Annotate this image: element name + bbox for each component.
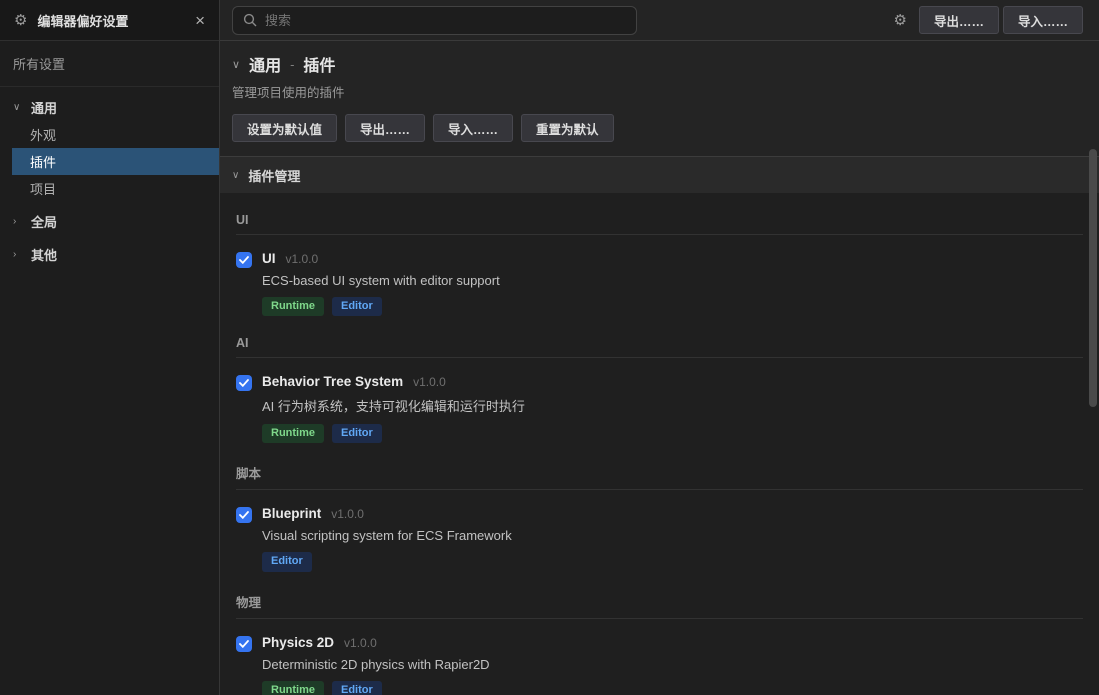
plugin-category: AI Behavior Tree System v1.0.0 AI 行为树系统，…: [236, 336, 1083, 443]
editor-badge: Editor: [332, 297, 382, 316]
plugin-row: Behavior Tree System v1.0.0 AI 行为树系统，支持可…: [236, 374, 1083, 443]
search-box[interactable]: [232, 6, 637, 35]
runtime-badge: Runtime: [262, 297, 324, 316]
close-icon[interactable]: ×: [195, 12, 205, 29]
set-default-button[interactable]: 设置为默认值: [232, 114, 337, 142]
preferences-window: ⚙ 编辑器偏好设置 × 所有设置 ∨ 通用 外观 插件 项目 › 全局: [0, 0, 1099, 695]
category-label: 物理: [236, 592, 1083, 619]
scrollbar-thumb[interactable]: [1089, 149, 1097, 407]
chevron-down-icon[interactable]: ∨: [232, 58, 240, 71]
header-buttons: 设置为默认值 导出…… 导入…… 重置为默认: [232, 114, 1087, 142]
plugin-row: Physics 2D v1.0.0 Deterministic 2D physi…: [236, 635, 1083, 695]
page-description: 管理项目使用的插件: [232, 82, 1087, 101]
all-settings-label: 所有设置: [0, 41, 219, 87]
runtime-badge: Runtime: [262, 424, 324, 443]
check-icon: [239, 379, 249, 387]
plugin-category: 物理 Physics 2D v1.0.0 Deterministic 2D ph…: [236, 592, 1083, 695]
plugin-version: v1.0.0: [286, 252, 319, 266]
main-panel: ⚙ 导出…… 导入…… ∨ 通用 - 插件 管理项目使用的插件 设置为默认值 导…: [220, 0, 1099, 695]
sidebar-item-other[interactable]: › 其他: [0, 241, 219, 268]
category-label: 脚本: [236, 463, 1083, 490]
check-icon: [239, 640, 249, 648]
settings-tree: ∨ 通用 外观 插件 项目 › 全局 › 其他: [0, 87, 219, 268]
export-settings-button[interactable]: 导出……: [345, 114, 425, 142]
plugin-name: Physics 2D: [262, 635, 334, 650]
plugin-version: v1.0.0: [344, 636, 377, 650]
plugin-category: 脚本 Blueprint v1.0.0 Visual scripting sys…: [236, 463, 1083, 571]
plugin-list: UI UI v1.0.0 ECS-based UI system with ed…: [220, 193, 1099, 695]
export-button[interactable]: 导出……: [919, 6, 999, 34]
import-settings-button[interactable]: 导入……: [433, 114, 513, 142]
breadcrumb-parent: 通用: [249, 52, 281, 76]
editor-badge: Editor: [332, 681, 382, 695]
sidebar-item-project[interactable]: 项目: [12, 175, 219, 202]
sidebar-item-label: 其他: [31, 245, 57, 264]
plugin-name: Blueprint: [262, 506, 321, 521]
sidebar-item-plugins[interactable]: 插件: [12, 148, 219, 175]
plugin-row: Blueprint v1.0.0 Visual scripting system…: [236, 506, 1083, 571]
plugin-checkbox[interactable]: [236, 375, 252, 391]
sidebar-item-global[interactable]: › 全局: [0, 208, 219, 235]
chevron-down-icon[interactable]: ∨: [13, 102, 23, 113]
sidebar: ⚙ 编辑器偏好设置 × 所有设置 ∨ 通用 外观 插件 项目 › 全局: [0, 0, 220, 695]
editor-badge: Editor: [332, 424, 382, 443]
plugin-description: AI 行为树系统，支持可视化编辑和运行时执行: [262, 396, 525, 415]
plugin-description: Deterministic 2D physics with Rapier2D: [262, 657, 490, 672]
plugin-category: UI UI v1.0.0 ECS-based UI system with ed…: [236, 213, 1083, 316]
page-header: ∨ 通用 - 插件 管理项目使用的插件 设置为默认值 导出…… 导入…… 重置为…: [220, 41, 1099, 156]
search-icon: [243, 13, 257, 27]
breadcrumb-separator: -: [290, 57, 294, 72]
category-label: AI: [236, 336, 1083, 358]
plugin-row: UI v1.0.0 ECS-based UI system with edito…: [236, 251, 1083, 316]
sidebar-header: ⚙ 编辑器偏好设置 ×: [0, 0, 219, 41]
plugin-checkbox[interactable]: [236, 636, 252, 652]
plugin-description: Visual scripting system for ECS Framewor…: [262, 528, 512, 543]
plugin-name: UI: [262, 251, 276, 266]
breadcrumb: ∨ 通用 - 插件: [232, 52, 1087, 76]
sidebar-item-general[interactable]: ∨ 通用: [0, 94, 219, 121]
plugin-version: v1.0.0: [331, 507, 364, 521]
plugin-description: ECS-based UI system with editor support: [262, 273, 500, 288]
plugin-checkbox[interactable]: [236, 507, 252, 523]
window-title: 编辑器偏好设置: [37, 11, 185, 30]
plugin-version: v1.0.0: [413, 375, 446, 389]
sidebar-item-appearance[interactable]: 外观: [12, 121, 219, 148]
breadcrumb-current: 插件: [303, 52, 335, 76]
plugin-checkbox[interactable]: [236, 252, 252, 268]
runtime-badge: Runtime: [262, 681, 324, 695]
section-title: 插件管理: [248, 166, 300, 185]
import-button[interactable]: 导入……: [1003, 6, 1083, 34]
chevron-down-icon: ∨: [232, 170, 239, 181]
chevron-right-icon[interactable]: ›: [13, 216, 23, 227]
plugin-management-section[interactable]: ∨ 插件管理: [220, 156, 1099, 193]
category-label: UI: [236, 213, 1083, 235]
editor-badge: Editor: [262, 552, 312, 571]
sidebar-item-label: 通用: [31, 98, 57, 117]
gear-icon: ⚙: [14, 13, 27, 28]
chevron-right-icon[interactable]: ›: [13, 249, 23, 260]
reset-default-button[interactable]: 重置为默认: [521, 114, 614, 142]
plugin-name: Behavior Tree System: [262, 374, 403, 389]
sidebar-item-label: 全局: [31, 212, 57, 231]
check-icon: [239, 511, 249, 519]
check-icon: [239, 256, 249, 264]
settings-gear-icon[interactable]: ⚙: [894, 11, 907, 29]
search-input[interactable]: [265, 13, 626, 28]
topbar: ⚙ 导出…… 导入……: [220, 0, 1099, 41]
